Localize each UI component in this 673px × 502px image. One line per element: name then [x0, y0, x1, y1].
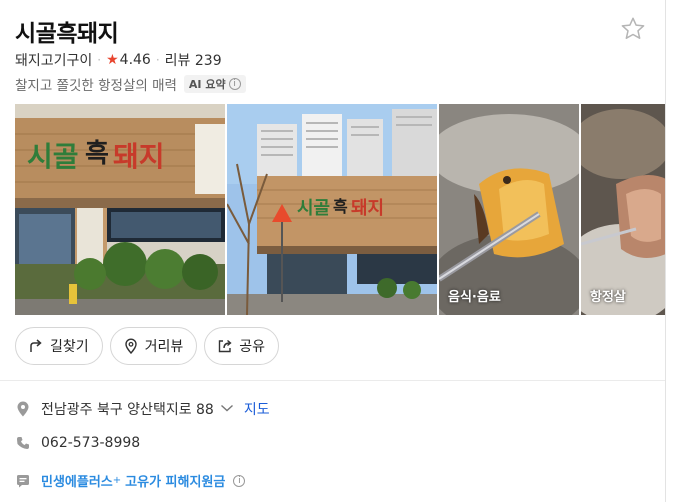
review-count-link[interactable]: 리뷰 239 — [165, 50, 222, 70]
action-bar: 길찾기 거리뷰 공유 — [15, 327, 280, 365]
svg-text:흑: 흑 — [333, 197, 348, 216]
separator-dot: · — [97, 53, 102, 67]
separator-dot: · — [155, 53, 160, 67]
rating-value: 4.46 — [119, 52, 151, 68]
directions-button[interactable]: 길찾기 — [15, 327, 103, 365]
hangjeongsal-photo-image — [581, 104, 666, 315]
svg-text:돼지: 돼지 — [113, 140, 165, 173]
svg-text:시골: 시골 — [27, 140, 79, 173]
address-row: 전남광주 북구 양산택지로 88 지도 — [15, 399, 270, 419]
photo-storefront[interactable]: 시골 흑 돼지 — [15, 104, 225, 315]
map-link[interactable]: 지도 — [244, 399, 270, 419]
info-icon[interactable]: i — [233, 474, 246, 487]
message-icon — [15, 473, 31, 489]
promo-plus-icon: + — [112, 475, 122, 486]
panel-border — [665, 0, 666, 502]
location-icon — [15, 401, 31, 417]
ai-summary-badge[interactable]: AI 요약 i — [183, 75, 246, 93]
photo-street[interactable]: 시골 흑 돼지 — [227, 104, 437, 315]
photo-gallery: 시골 흑 돼지 시골 흑 돼지 음식·음료 항정살 — [15, 104, 666, 315]
location-pin-icon — [124, 338, 137, 354]
food-photo-image — [439, 104, 579, 315]
summary-text: 찰지고 쫄깃한 항정살의 매력 — [15, 78, 177, 94]
section-divider — [0, 380, 666, 381]
rating-star-icon: ★ — [106, 52, 119, 68]
favorite-star-button[interactable] — [619, 15, 647, 43]
directions-icon — [30, 339, 42, 352]
info-icon: i — [228, 78, 241, 90]
directions-label: 길찾기 — [50, 339, 89, 355]
storefront-photo-image: 시골 흑 돼지 — [15, 104, 225, 315]
star-outline-icon — [621, 17, 645, 39]
photo-label-hangjeongsal: 항정살 — [590, 290, 626, 305]
street-view-button[interactable]: 거리뷰 — [109, 327, 198, 365]
phone-number[interactable]: 062-573-8998 — [41, 435, 140, 451]
ai-summary: 찰지고 쫄깃한 항정살의 매력 AI 요약 i — [15, 74, 246, 94]
photo-hangjeongsal[interactable]: 항정살 — [581, 104, 666, 315]
phone-row: 062-573-8998 — [15, 435, 140, 451]
category-label: 돼지고기구이 — [15, 53, 93, 69]
promo-brand[interactable]: 민생에플러스 — [41, 471, 113, 490]
promo-row: 민생에플러스 + 고유가 피해지원금 i — [15, 471, 246, 490]
photo-food-drink[interactable]: 음식·음료 — [439, 104, 579, 315]
phone-icon — [15, 435, 31, 451]
address-text: 전남광주 북구 양산택지로 88 — [41, 402, 214, 418]
share-button[interactable]: 공유 — [204, 327, 280, 365]
svg-text:흑: 흑 — [85, 139, 109, 169]
place-panel: 시골흑돼지 돼지고기구이 · ★ 4.46 · 리뷰 239 찰지고 쫄깃한 항… — [0, 0, 666, 502]
street-view-label: 거리뷰 — [144, 339, 184, 355]
share-label: 공유 — [239, 339, 266, 355]
place-title: 시골흑돼지 — [15, 21, 119, 47]
svg-text:시골: 시골 — [297, 198, 330, 219]
svg-text:돼지: 돼지 — [351, 198, 384, 219]
place-meta: 돼지고기구이 · ★ 4.46 · 리뷰 239 — [15, 50, 222, 70]
street-photo-image: 시골 흑 돼지 — [227, 104, 437, 315]
ai-badge-label: AI 요약 — [188, 78, 226, 91]
photo-label-food-drink: 음식·음료 — [448, 290, 501, 305]
promo-text[interactable]: 고유가 피해지원금 — [125, 471, 225, 490]
share-icon — [219, 339, 232, 353]
chevron-down-icon[interactable] — [220, 401, 234, 417]
